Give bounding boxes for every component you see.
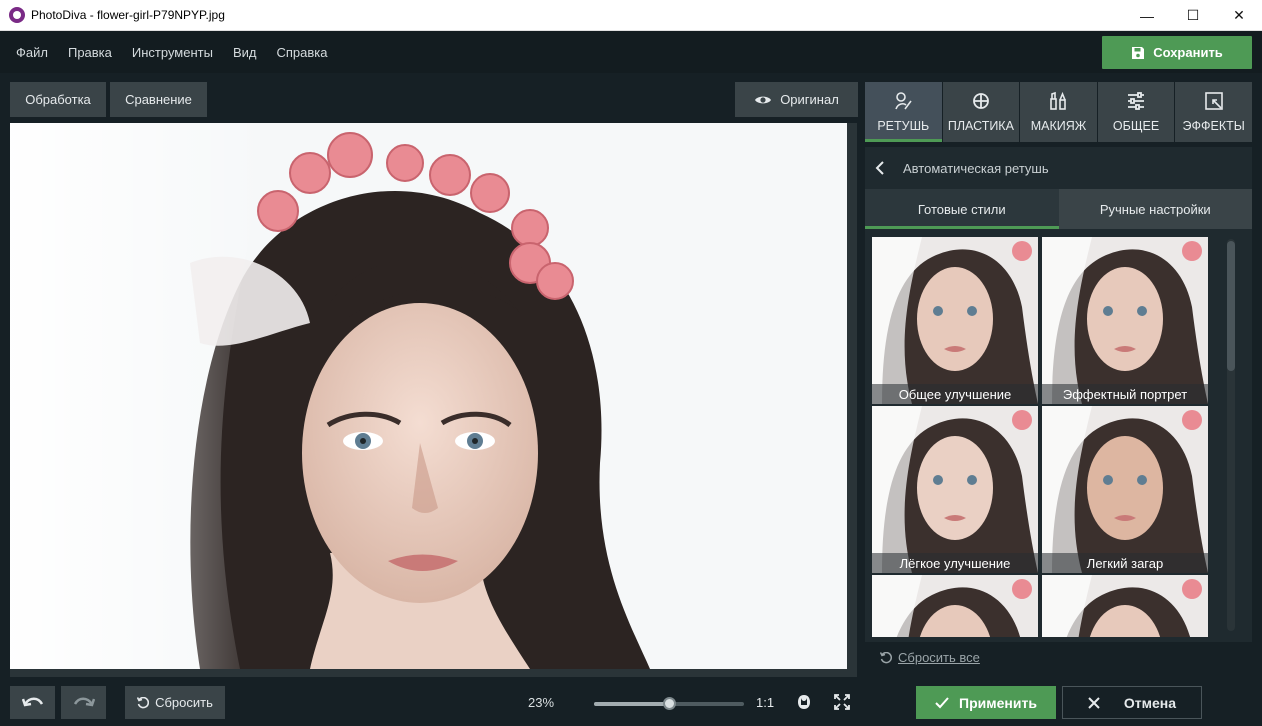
styles-scrollbar-thumb[interactable] <box>1227 241 1235 371</box>
effects-icon <box>1204 92 1223 110</box>
style-thumbnail <box>1042 575 1208 637</box>
window-controls: — ☐ ✕ <box>1124 0 1262 31</box>
style-thumbnail <box>872 406 1038 573</box>
apply-button[interactable]: Применить <box>916 686 1056 719</box>
subtab-ready-styles[interactable]: Готовые стили <box>865 189 1059 229</box>
subtab-manual-settings[interactable]: Ручные настройки <box>1058 189 1252 229</box>
portrait-photo <box>10 123 847 669</box>
redo-button[interactable] <box>61 686 106 719</box>
compare-button[interactable]: Сравнение <box>110 82 207 117</box>
style-card-light[interactable]: Лёгкое улучшение <box>872 406 1038 573</box>
panel-title: Автоматическая ретушь <box>903 160 1049 176</box>
sliders-icon <box>1128 92 1145 110</box>
style-card-tan[interactable]: Легкий загар <box>1042 406 1208 573</box>
maximize-button[interactable]: ☐ <box>1170 0 1216 31</box>
menu-view[interactable]: Вид <box>233 45 257 60</box>
reset-all-label: Сбросить все <box>898 650 980 665</box>
undo-icon <box>21 697 43 706</box>
styles-scrollbar[interactable] <box>1227 239 1235 631</box>
panel-back-header[interactable]: Автоматическая ретушь <box>865 147 1252 189</box>
apply-label: Применить <box>959 694 1037 711</box>
face-detect-button[interactable] <box>794 692 814 712</box>
cancel-label: Отмена <box>1123 694 1177 711</box>
tab-effects[interactable]: ЭФФЕКТЫ <box>1175 82 1252 142</box>
style-caption: Общее улучшение <box>872 384 1038 404</box>
panel-subtabs: Готовые стили Ручные настройки <box>865 189 1252 229</box>
reset-icon <box>137 696 150 708</box>
close-icon <box>1088 696 1100 709</box>
original-button[interactable]: Оригинал <box>735 82 858 117</box>
style-thumbnail <box>1042 406 1208 573</box>
style-card-6[interactable] <box>1042 575 1208 637</box>
close-button[interactable]: ✕ <box>1216 0 1262 31</box>
menu-bar: Файл Правка Инструменты Вид Справка Сохр… <box>0 31 1262 73</box>
tab-plastic[interactable]: ПЛАСТИКА <box>942 82 1020 142</box>
menu-help[interactable]: Справка <box>276 45 327 60</box>
makeup-icon <box>1050 91 1067 110</box>
style-caption: Эффектный портрет <box>1042 384 1208 404</box>
zoom-slider-knob[interactable] <box>663 697 676 710</box>
tab-effects-label: ЭФФЕКТЫ <box>1182 119 1245 133</box>
style-caption: Легкий загар <box>1042 553 1208 573</box>
original-label: Оригинал <box>780 92 839 107</box>
style-card-general[interactable]: Общее улучшение <box>872 237 1038 404</box>
tab-general[interactable]: ОБЩЕЕ <box>1097 82 1175 142</box>
zoom-slider[interactable] <box>594 697 744 710</box>
tab-makeup-label: МАКИЯЖ <box>1030 119 1087 133</box>
style-caption: Лёгкое улучшение <box>872 553 1038 573</box>
zoom-percent: 23% <box>528 695 555 710</box>
tab-retouch[interactable]: РЕТУШЬ <box>865 82 942 142</box>
reset-button[interactable]: Сбросить <box>125 686 225 719</box>
brush-icon <box>895 92 912 110</box>
crosshair-icon <box>972 93 989 109</box>
face-icon <box>798 695 810 709</box>
style-thumbnail <box>872 237 1038 404</box>
window-title: PhotoDiva - flower-girl-P79NPYP.jpg <box>31 8 225 22</box>
tab-plastic-label: ПЛАСТИКА <box>947 119 1014 133</box>
canvas-vertical-scrollbar[interactable] <box>847 123 857 669</box>
redo-icon <box>73 697 95 706</box>
styles-grid: Общее улучшение Эффектный портрет Лёгкое… <box>872 237 1209 637</box>
menu-file[interactable]: Файл <box>16 45 48 60</box>
tab-retouch-label: РЕТУШЬ <box>877 119 930 133</box>
actual-size-button[interactable]: 1:1 <box>756 695 774 710</box>
menu-tools[interactable]: Инструменты <box>132 45 213 60</box>
style-card-portrait[interactable]: Эффектный портрет <box>1042 237 1208 404</box>
menu-edit[interactable]: Правка <box>68 45 112 60</box>
style-thumbnail <box>1042 237 1208 404</box>
cancel-button[interactable]: Отмена <box>1062 686 1202 719</box>
auto-retouch-panel: Автоматическая ретушь Готовые стили Ручн… <box>865 147 1252 642</box>
minimize-button[interactable]: — <box>1124 0 1170 31</box>
processing-button[interactable]: Обработка <box>10 82 106 117</box>
zoom-slider-fill <box>594 702 669 706</box>
style-card-5[interactable] <box>872 575 1038 637</box>
save-button[interactable]: Сохранить <box>1102 36 1252 69</box>
eye-icon <box>755 96 772 103</box>
canvas-horizontal-scrollbar[interactable] <box>10 669 857 677</box>
fullscreen-button[interactable] <box>832 692 852 712</box>
reset-all-link[interactable]: Сбросить все <box>880 650 980 665</box>
app-logo-icon <box>9 7 25 23</box>
tool-tabs: РЕТУШЬ ПЛАСТИКА МАКИЯЖ ОБЩЕЕ ЭФФЕКТЫ <box>865 82 1252 142</box>
style-thumbnail <box>872 575 1038 637</box>
tab-general-label: ОБЩЕЕ <box>1112 119 1160 133</box>
photo-canvas[interactable] <box>10 123 847 669</box>
fullscreen-icon <box>834 694 850 710</box>
tab-makeup[interactable]: МАКИЯЖ <box>1020 82 1097 142</box>
save-label: Сохранить <box>1153 45 1223 60</box>
reset-icon <box>880 651 892 663</box>
chevron-left-icon <box>875 161 884 175</box>
title-bar: PhotoDiva - flower-girl-P79NPYP.jpg — ☐ … <box>0 0 1262 31</box>
check-icon <box>935 696 949 708</box>
undo-button[interactable] <box>10 686 55 719</box>
floppy-disk-icon <box>1132 46 1145 59</box>
reset-label: Сбросить <box>155 695 213 710</box>
